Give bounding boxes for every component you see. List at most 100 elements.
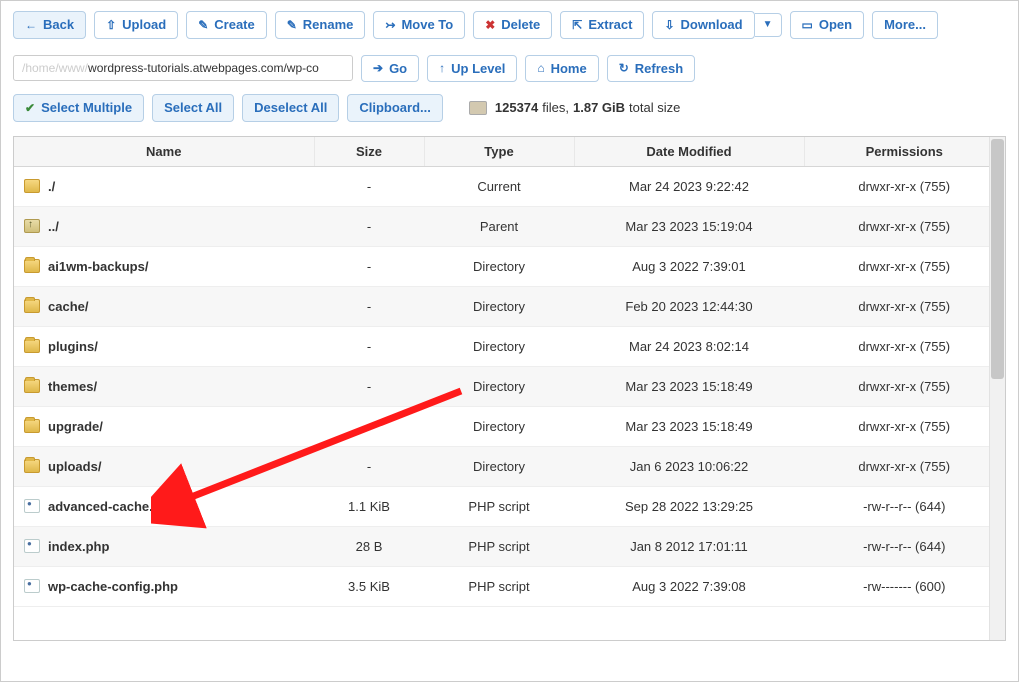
home-button[interactable]: ⌂Home bbox=[525, 55, 598, 83]
file-permissions: drwxr-xr-x (755) bbox=[804, 206, 1005, 246]
download-button[interactable]: ⇩Download bbox=[652, 11, 754, 39]
file-date: Jan 6 2023 10:06:22 bbox=[574, 446, 804, 486]
upload-button[interactable]: ⇧Upload bbox=[94, 11, 178, 39]
col-permissions[interactable]: Permissions bbox=[804, 137, 1005, 167]
file-size: - bbox=[314, 446, 424, 486]
selection-toolbar: ✔Select Multiple Select All Deselect All… bbox=[1, 92, 1018, 132]
file-table-wrap: Name Size Type Date Modified Permissions… bbox=[13, 136, 1006, 641]
path-input[interactable]: /home/www/wordpress-tutorials.atwebpages… bbox=[13, 55, 353, 81]
file-name: advanced-cache.php bbox=[48, 499, 177, 514]
refresh-button[interactable]: ↻Refresh bbox=[607, 55, 695, 83]
file-count: 125374 bbox=[495, 100, 538, 115]
col-date-modified[interactable]: Date Modified bbox=[574, 137, 804, 167]
refresh-icon: ↻ bbox=[619, 61, 629, 75]
extract-icon: ⇱ bbox=[572, 18, 582, 32]
more-button[interactable]: More... bbox=[872, 11, 938, 39]
table-row[interactable]: index.php 28 BPHP scriptJan 8 2012 17:01:… bbox=[14, 526, 1005, 566]
path-toolbar: /home/www/wordpress-tutorials.atwebpages… bbox=[1, 49, 1018, 93]
go-button[interactable]: ➔Go bbox=[361, 55, 419, 83]
table-row[interactable]: plugins/-DirectoryMar 24 2023 8:02:14drw… bbox=[14, 326, 1005, 366]
file-size: 28 B bbox=[314, 526, 424, 566]
file-table: Name Size Type Date Modified Permissions… bbox=[14, 137, 1005, 607]
table-row[interactable]: ai1wm-backups/-DirectoryAug 3 2022 7:39:… bbox=[14, 246, 1005, 286]
table-row[interactable]: upgrade/-DirectoryMar 23 2023 15:18:49dr… bbox=[14, 406, 1005, 446]
download-dropdown-button[interactable]: ▼ bbox=[755, 13, 782, 37]
file-permissions: -rw-r--r-- (644) bbox=[804, 526, 1005, 566]
folder-icon bbox=[24, 259, 40, 273]
file-date: Mar 23 2023 15:19:04 bbox=[574, 206, 804, 246]
file-permissions: drwxr-xr-x (755) bbox=[804, 366, 1005, 406]
col-type[interactable]: Type bbox=[424, 137, 574, 167]
chevron-down-icon: ▼ bbox=[763, 19, 773, 31]
file-type: PHP script bbox=[424, 486, 574, 526]
file-date: Feb 20 2023 12:44:30 bbox=[574, 286, 804, 326]
delete-button[interactable]: ✖Delete bbox=[473, 11, 552, 39]
extract-button[interactable]: ⇱Extract bbox=[560, 11, 644, 39]
file-size: - bbox=[314, 246, 424, 286]
move-icon: ↣ bbox=[385, 18, 395, 32]
up-level-icon: ↑ bbox=[439, 61, 445, 75]
table-row[interactable]: themes/-DirectoryMar 23 2023 15:18:49drw… bbox=[14, 366, 1005, 406]
file-type: Parent bbox=[424, 206, 574, 246]
file-name: uploads/ bbox=[48, 459, 101, 474]
go-icon: ➔ bbox=[373, 61, 383, 75]
file-name: upgrade/ bbox=[48, 419, 103, 434]
file-name: index.php bbox=[48, 539, 109, 554]
main-toolbar: ←Back ⇧Upload ✎Create ✎Rename ↣Move To ✖… bbox=[1, 1, 1018, 49]
file-date: Aug 3 2022 7:39:01 bbox=[574, 246, 804, 286]
php-file-icon bbox=[24, 539, 40, 553]
file-type: Directory bbox=[424, 406, 574, 446]
folder-icon bbox=[24, 419, 40, 433]
file-permissions: -rw-r--r-- (644) bbox=[804, 486, 1005, 526]
col-name[interactable]: Name bbox=[14, 137, 314, 167]
table-row[interactable]: ./-CurrentMar 24 2023 9:22:42drwxr-xr-x … bbox=[14, 166, 1005, 206]
table-row[interactable]: uploads/-DirectoryJan 6 2023 10:06:22drw… bbox=[14, 446, 1005, 486]
col-size[interactable]: Size bbox=[314, 137, 424, 167]
file-type: PHP script bbox=[424, 566, 574, 606]
select-all-button[interactable]: Select All bbox=[152, 94, 234, 122]
file-type: PHP script bbox=[424, 526, 574, 566]
file-name: ../ bbox=[48, 219, 59, 234]
table-row[interactable]: cache/-DirectoryFeb 20 2023 12:44:30drwx… bbox=[14, 286, 1005, 326]
scrollbar[interactable] bbox=[989, 137, 1005, 640]
back-arrow-icon: ← bbox=[25, 18, 37, 32]
file-size: - bbox=[314, 206, 424, 246]
table-row[interactable]: advanced-cache.php1.1 KiBPHP scriptSep 2… bbox=[14, 486, 1005, 526]
file-size: 3.5 KiB bbox=[314, 566, 424, 606]
file-name: cache/ bbox=[48, 299, 88, 314]
clipboard-button[interactable]: Clipboard... bbox=[347, 94, 443, 122]
file-date: Mar 23 2023 15:18:49 bbox=[574, 406, 804, 446]
folder-icon bbox=[24, 379, 40, 393]
download-icon: ⇩ bbox=[664, 18, 674, 32]
move-to-button[interactable]: ↣Move To bbox=[373, 11, 465, 39]
disk-icon bbox=[469, 101, 487, 115]
delete-icon: ✖ bbox=[485, 18, 495, 32]
folder-icon bbox=[24, 299, 40, 313]
parent-folder-icon bbox=[24, 219, 40, 233]
file-size: 1.1 KiB bbox=[314, 486, 424, 526]
file-size: - bbox=[314, 406, 424, 446]
file-size: - bbox=[314, 366, 424, 406]
select-multiple-button[interactable]: ✔Select Multiple bbox=[13, 94, 144, 122]
file-date: Jan 8 2012 17:01:11 bbox=[574, 526, 804, 566]
deselect-all-button[interactable]: Deselect All bbox=[242, 94, 339, 122]
rename-icon: ✎ bbox=[287, 18, 297, 32]
file-date: Aug 3 2022 7:39:08 bbox=[574, 566, 804, 606]
file-date: Mar 23 2023 15:18:49 bbox=[574, 366, 804, 406]
file-permissions: drwxr-xr-x (755) bbox=[804, 246, 1005, 286]
scroll-thumb[interactable] bbox=[991, 139, 1004, 379]
open-button[interactable]: ▭Open bbox=[790, 11, 865, 39]
php-file-icon bbox=[24, 499, 40, 513]
create-button[interactable]: ✎Create bbox=[186, 11, 267, 39]
file-permissions: drwxr-xr-x (755) bbox=[804, 446, 1005, 486]
back-button[interactable]: ←Back bbox=[13, 11, 86, 39]
file-permissions: drwxr-xr-x (755) bbox=[804, 286, 1005, 326]
check-icon: ✔ bbox=[25, 101, 35, 115]
file-name: ./ bbox=[48, 179, 55, 194]
table-row[interactable]: wp-cache-config.php3.5 KiBPHP scriptAug … bbox=[14, 566, 1005, 606]
table-row[interactable]: ../ -ParentMar 23 2023 15:19:04drwxr-xr-x… bbox=[14, 206, 1005, 246]
up-level-button[interactable]: ↑Up Level bbox=[427, 55, 517, 83]
rename-button[interactable]: ✎Rename bbox=[275, 11, 366, 39]
home-icon: ⌂ bbox=[537, 61, 544, 75]
file-type: Directory bbox=[424, 326, 574, 366]
